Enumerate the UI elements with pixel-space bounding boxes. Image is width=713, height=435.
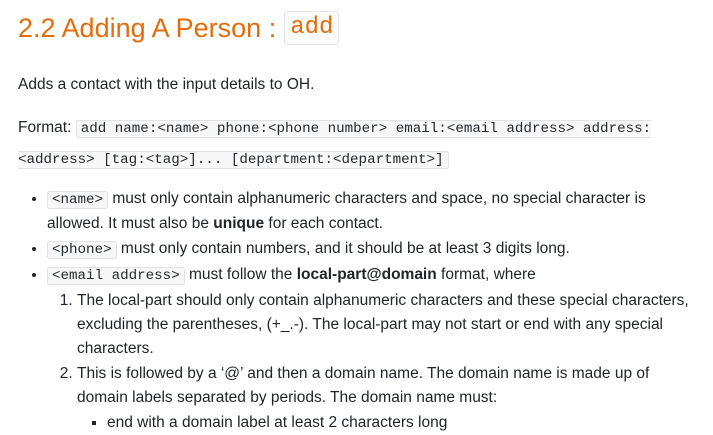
email-rules-list: The local-part should only contain alpha…	[47, 289, 695, 435]
section-heading: 2.2 Adding A Person : add	[18, 10, 695, 46]
format-paragraph: Format: add name:<name> phone:<phone num…	[18, 113, 695, 175]
domain-rule-item: end with a domain label at least 2 chara…	[107, 411, 695, 435]
phone-param-code: <phone>	[47, 241, 117, 259]
email-rule-domain-text: This is followed by a ‘@’ and then a dom…	[77, 365, 650, 406]
constraints-list: <name> must only contain alphanumeric ch…	[18, 187, 695, 435]
list-item-email: <email address> must follow the local-pa…	[47, 263, 695, 435]
email-bold-text: local-part@domain	[296, 266, 437, 283]
list-item-phone: <phone> must only contain numbers, and i…	[47, 237, 695, 262]
phone-text: must only contain numbers, and it should…	[116, 240, 570, 257]
list-item-name: <name> must only contain alphanumeric ch…	[47, 187, 695, 236]
heading-text: 2.2 Adding A Person :	[18, 13, 277, 43]
email-text-before: must follow the	[184, 266, 297, 283]
domain-rules-list: end with a domain label at least 2 chara…	[77, 411, 695, 435]
name-text-after: for each contact.	[264, 215, 383, 232]
format-code: add name:<name> phone:<phone number> ema…	[18, 120, 652, 169]
document-page: 2.2 Adding A Person : add Adds a contact…	[0, 0, 713, 435]
email-param-code: <email address>	[47, 267, 185, 285]
email-rule-domain: This is followed by a ‘@’ and then a dom…	[77, 362, 695, 435]
format-label: Format:	[18, 119, 76, 136]
name-param-code: <name>	[47, 191, 109, 209]
email-rule-local-part: The local-part should only contain alpha…	[77, 289, 695, 361]
intro-paragraph: Adds a contact with the input details to…	[18, 76, 315, 93]
name-bold-text: unique	[213, 215, 265, 232]
heading-command-code: add	[284, 11, 340, 45]
email-text-after: format, where	[436, 266, 536, 283]
